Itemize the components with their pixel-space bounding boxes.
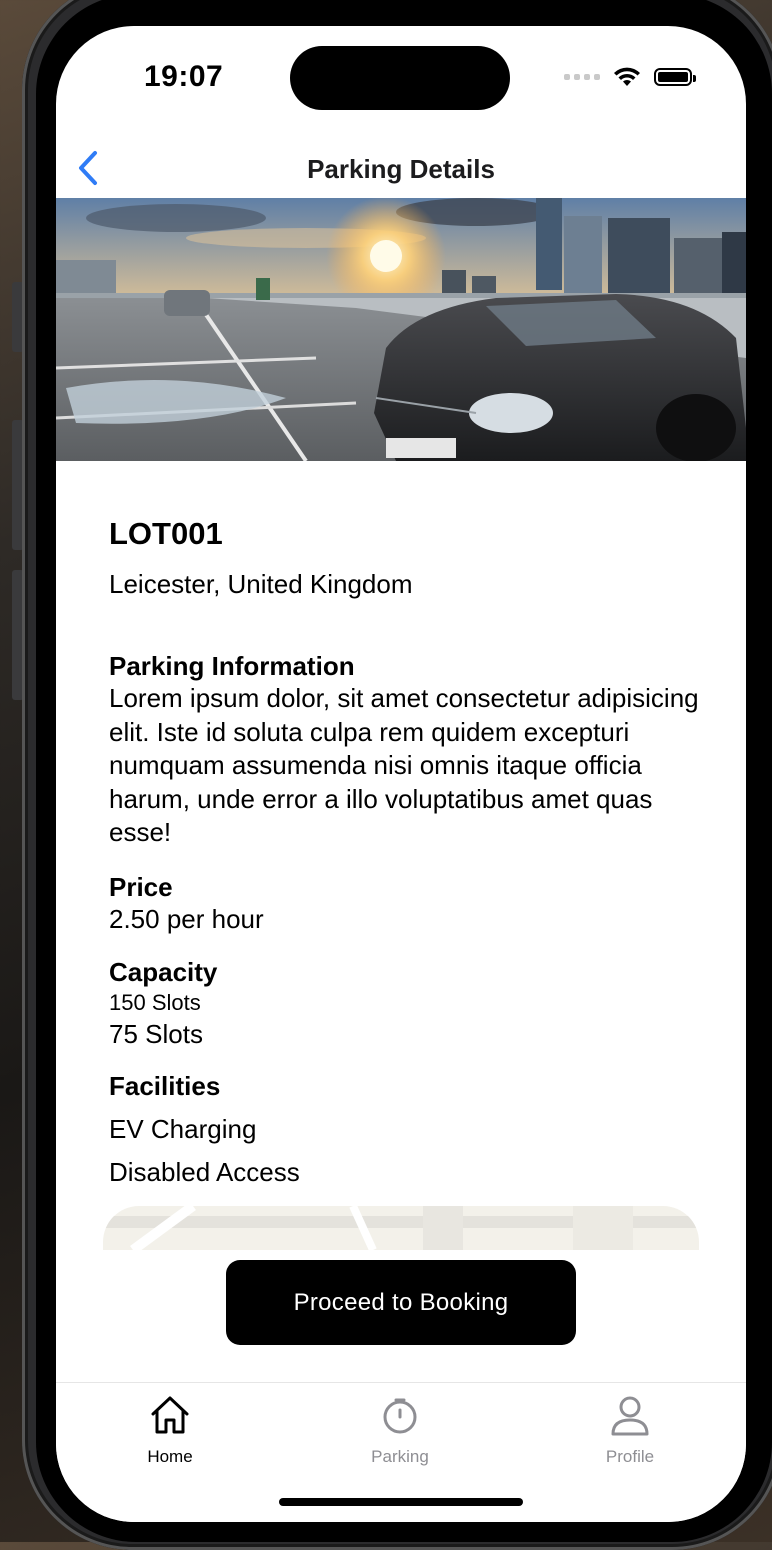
battery-icon xyxy=(654,68,696,86)
home-indicator[interactable] xyxy=(279,1498,523,1506)
dynamic-island xyxy=(290,46,510,110)
parking-info-description: Lorem ipsum dolor, sit amet consectetur … xyxy=(109,683,699,847)
lot-name: LOT001 xyxy=(109,516,223,551)
parking-details: LOT001 Leicester, United Kingdom Parking… xyxy=(109,516,699,1188)
parking-photo xyxy=(56,198,746,461)
capacity-total: 150 Slots xyxy=(109,990,201,1015)
tab-home-label: Home xyxy=(147,1447,193,1466)
person-icon xyxy=(611,1396,649,1436)
tab-parking-label: Parking xyxy=(371,1447,429,1466)
page-title: Parking Details xyxy=(307,154,495,184)
status-icons xyxy=(564,66,696,88)
facilities-title: Facilities xyxy=(109,1071,221,1101)
proceed-to-booking-button[interactable]: Proceed to Booking xyxy=(226,1260,576,1345)
tab-home[interactable]: Home xyxy=(100,1393,240,1467)
status-time: 19:07 xyxy=(144,60,224,93)
capacity-available: 75 Slots xyxy=(109,1019,203,1049)
tab-profile[interactable]: Profile xyxy=(560,1393,700,1467)
price-title: Price xyxy=(109,871,173,902)
wifi-icon xyxy=(614,67,640,86)
home-icon xyxy=(151,1396,189,1434)
app-screen: 19:07 Parking Details LOT001 Leicester, … xyxy=(56,26,746,1522)
map-view[interactable] xyxy=(103,1206,699,1250)
tab-profile-label: Profile xyxy=(605,1447,655,1466)
status-bar: 19:07 xyxy=(56,26,746,136)
lot-location: Leicester, United Kingdom xyxy=(109,569,413,599)
cellular-signal-icon xyxy=(564,74,600,80)
navigation-bar: Parking Details xyxy=(56,136,746,198)
timer-icon xyxy=(383,1398,417,1434)
tab-parking[interactable]: Parking xyxy=(330,1393,470,1467)
price-value: 2.50 per hour xyxy=(109,903,264,934)
facility-item: Disabled Access xyxy=(109,1157,300,1187)
capacity-title: Capacity xyxy=(109,957,218,987)
facility-item: EV Charging xyxy=(109,1114,257,1144)
parking-info-title: Parking Information xyxy=(109,651,355,681)
